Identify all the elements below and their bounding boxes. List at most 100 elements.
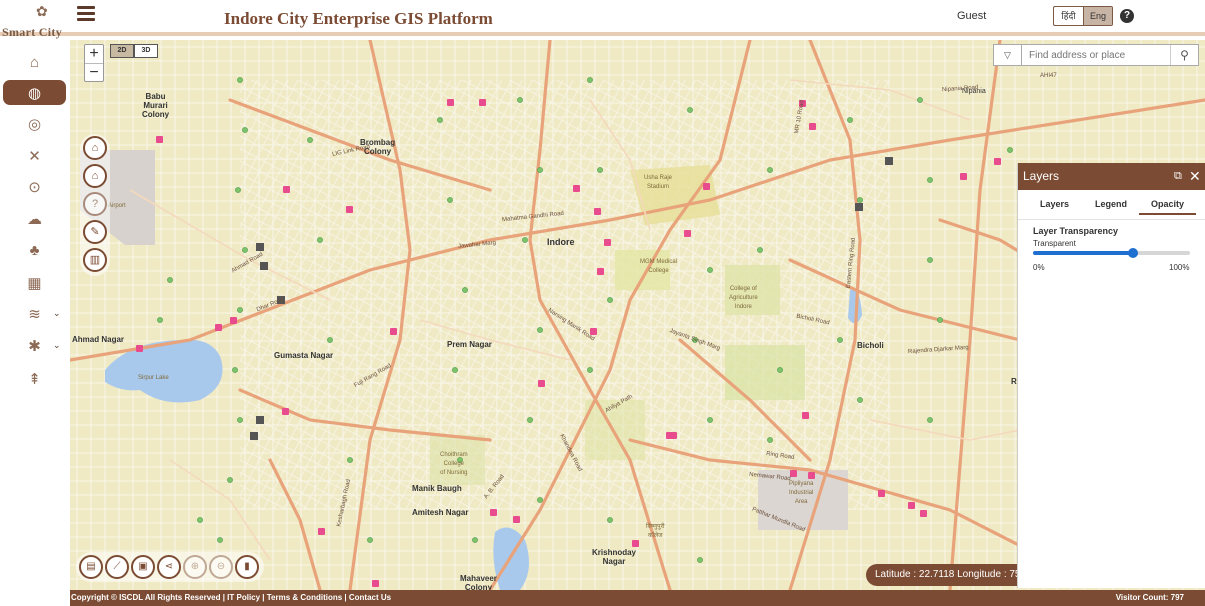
lang-hindi-button[interactable]: हिंदी — [1054, 7, 1083, 25]
smart-city-logo[interactable]: ✿ Smart City — [2, 2, 66, 39]
zoom-control: + − — [84, 44, 104, 82]
sidebar-item-settings[interactable]: ✱ ⌄ — [3, 333, 66, 358]
sidebar-item-map-pin[interactable]: ◎ — [3, 111, 66, 136]
coordinate-readout: Latitude : 22.7118 Longitude : 75.8577 — [866, 564, 1026, 586]
tab-legend[interactable]: Legend — [1095, 199, 1127, 209]
sidebar-item-buildings[interactable]: ⌂ — [3, 50, 66, 75]
it-policy-link[interactable]: IT Policy — [227, 593, 260, 602]
slider-label: Transparent — [1033, 239, 1076, 248]
layers-panel-header: Layers ⧉ ✕ — [1018, 163, 1205, 190]
building-icon: ▦ — [27, 274, 42, 292]
place-label: Babu Murari Colony — [142, 92, 170, 119]
tree-icon: ⇞ — [28, 370, 41, 388]
map-pin-icon: ◎ — [27, 115, 42, 133]
layers-panel-title: Layers — [1023, 169, 1060, 183]
search-input[interactable] — [1022, 45, 1170, 65]
sidebar-item-building[interactable]: ▦ — [3, 270, 66, 295]
place-label: Choithram College of Nursing — [440, 452, 468, 476]
home-icon[interactable]: ⌂ — [83, 136, 107, 160]
tab-opacity[interactable]: Opacity — [1139, 199, 1197, 215]
map-tools-vertical: ⌂ ⌂ ? ✎ ▥ — [80, 134, 110, 276]
place-label: Bicholi — [857, 341, 884, 350]
logo-emblem-icon: ✿ — [36, 4, 48, 20]
zoom-out-tool-icon[interactable]: ⊖ — [209, 555, 233, 579]
place-search: ▽ ⚲ — [993, 44, 1199, 66]
user-label[interactable]: Guest — [957, 10, 986, 22]
slider-max-label: 100% — [1169, 263, 1190, 272]
lang-english-button[interactable]: Eng — [1083, 7, 1112, 25]
contact-link[interactable]: Contact Us — [349, 593, 391, 602]
place-label: Prem Nagar — [447, 340, 492, 349]
slider-thumb[interactable] — [1128, 248, 1139, 258]
chart-icon[interactable]: ▮ — [235, 555, 259, 579]
view-mode-toggle: 2D 3D — [110, 44, 158, 58]
place-label: MGM Medical College — [640, 259, 678, 274]
slider-min-label: 0% — [1033, 263, 1045, 272]
layers-tabs: Layers Legend Opacity — [1018, 190, 1205, 220]
plant-icon: ♣ — [29, 242, 40, 259]
place-label: Amitesh Nagar — [412, 508, 469, 517]
place-label: Indore — [547, 237, 575, 247]
help-icon[interactable]: ? — [1120, 9, 1134, 23]
place-label: Sirpur Lake — [138, 375, 169, 381]
globe-icon: ◍ — [27, 84, 42, 102]
search-dropdown-icon[interactable]: ▽ — [994, 45, 1022, 65]
location-icon: ⊙ — [28, 178, 41, 196]
place-label: Airport — [108, 203, 126, 209]
copyright-text: Copyright © ISCDL All Rights Reserved — [71, 593, 221, 602]
identify-icon[interactable]: ? — [83, 192, 107, 216]
measure-icon[interactable]: ⟋ — [105, 555, 129, 579]
close-icon[interactable]: ✕ — [1189, 163, 1201, 190]
layers-panel: Layers ⧉ ✕ Layers Legend Opacity Layer T… — [1017, 163, 1205, 588]
search-icon[interactable]: ⚲ — [1170, 45, 1198, 65]
place-label: विष्णुपुरी कॉलेज — [646, 524, 665, 539]
draw-icon[interactable]: ✎ — [83, 220, 107, 244]
place-label: College of Agriculture Indore — [729, 286, 758, 310]
sidebar-item-tools[interactable]: ✕ — [3, 143, 66, 168]
chevron-down-icon: ⌄ — [53, 340, 61, 350]
sidebar-item-location[interactable]: ⊙ — [3, 174, 66, 199]
wave-icon: ≋ — [28, 305, 41, 323]
settings-icon: ✱ — [28, 337, 41, 355]
section-title: Layer Transparency — [1033, 226, 1119, 236]
layout-icon[interactable]: ▣ — [131, 555, 155, 579]
zoom-in-button[interactable]: + — [85, 45, 103, 63]
transparency-slider[interactable] — [1033, 248, 1190, 258]
share-icon[interactable]: ⋖ — [157, 555, 181, 579]
place-label: Ahmad Nagar — [72, 335, 125, 344]
road-label: AHI47 — [1040, 73, 1057, 79]
place-label: Krishnoday Nagar — [592, 548, 637, 566]
buildings-tool-icon[interactable]: ⌂ — [83, 164, 107, 188]
tab-layers[interactable]: Layers — [1040, 199, 1069, 209]
sidebar-item-globe[interactable]: ◍ — [3, 80, 66, 105]
tools-icon: ✕ — [28, 147, 41, 165]
sidebar-item-plant[interactable]: ♣ — [3, 238, 66, 263]
map-tools-bottom: ▤ ⟋ ▣ ⋖ ⊕ ⊖ ▮ — [76, 552, 264, 582]
top-header: ✿ Smart City Indore City Enterprise GIS … — [0, 0, 1205, 39]
view-3d-button[interactable]: 3D — [134, 44, 158, 58]
left-sidebar: ⌂ ◍ ◎ ✕ ⊙ ☁ ♣ ▦ ≋ ⌄ ✱ ⌄ ⇞ — [0, 40, 70, 590]
page-title: Indore City Enterprise GIS Platform — [224, 9, 493, 28]
hamburger-menu-icon[interactable] — [77, 6, 95, 22]
place-label: Usha Raje Stadium — [644, 175, 673, 190]
sidebar-item-tree[interactable]: ⇞ — [3, 366, 66, 391]
view-2d-button[interactable]: 2D — [110, 44, 134, 58]
slider-fill — [1033, 251, 1134, 255]
cloud-icon: ☁ — [27, 210, 42, 228]
place-label: Gumasta Nagar — [274, 351, 334, 360]
popout-icon[interactable]: ⧉ — [1174, 163, 1182, 190]
footer-links: Copyright © ISCDL All Rights Reserved | … — [71, 593, 392, 602]
print-icon[interactable]: ▤ — [79, 555, 103, 579]
basemap-icon[interactable]: ▥ — [83, 248, 107, 272]
language-switch: हिंदी Eng — [1053, 6, 1113, 26]
zoom-in-tool-icon[interactable]: ⊕ — [183, 555, 207, 579]
buildings-icon: ⌂ — [29, 54, 40, 71]
visitor-count: Visitor Count: 797 — [1115, 593, 1184, 602]
footer: Copyright © ISCDL All Rights Reserved | … — [70, 590, 1205, 606]
place-label: Mahaveer Colony — [460, 574, 497, 590]
sidebar-item-wave[interactable]: ≋ ⌄ — [3, 301, 66, 326]
terms-link[interactable]: Terms & Conditions — [267, 593, 342, 602]
gis-app: ✿ Smart City Indore City Enterprise GIS … — [0, 0, 1205, 606]
sidebar-item-cloud[interactable]: ☁ — [3, 206, 66, 231]
zoom-out-button[interactable]: − — [85, 63, 103, 81]
